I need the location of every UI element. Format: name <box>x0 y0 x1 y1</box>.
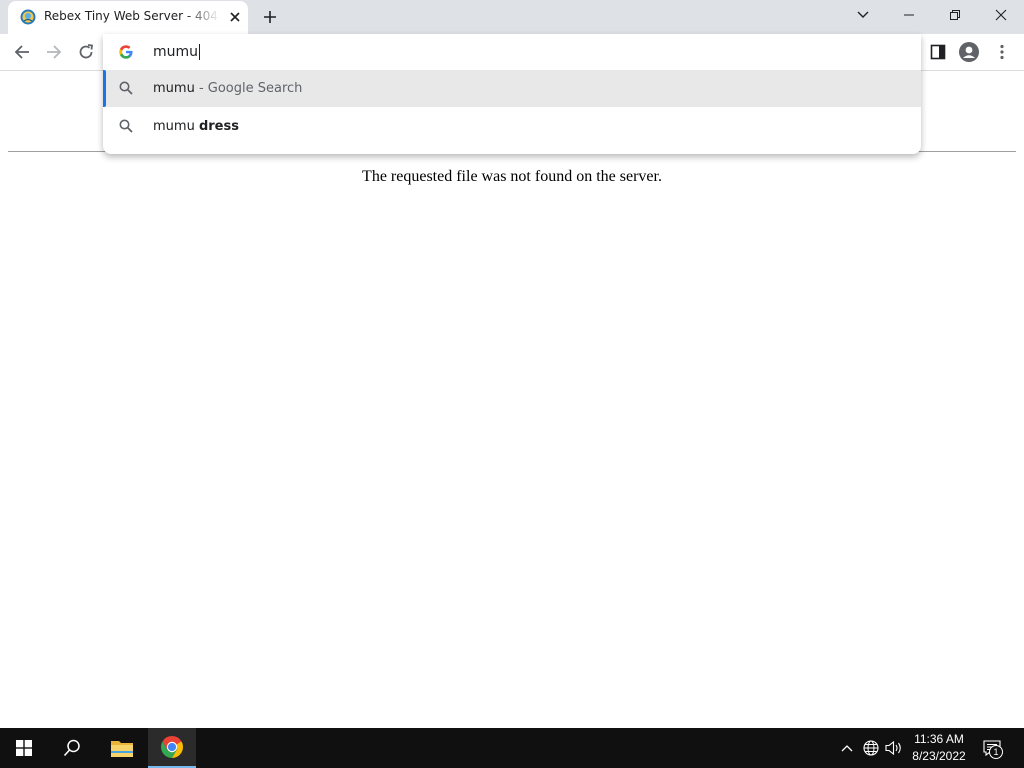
reload-button[interactable] <box>72 38 100 66</box>
speaker-icon <box>885 740 901 756</box>
tab-close-button[interactable] <box>226 8 244 26</box>
new-tab-button[interactable] <box>258 5 282 29</box>
back-button[interactable] <box>8 38 36 66</box>
minimize-icon <box>904 14 914 16</box>
address-input[interactable]: mumu <box>153 42 201 62</box>
search-icon <box>119 81 133 95</box>
suggestion-text: mumu - Google Search <box>153 81 302 96</box>
reload-icon <box>79 44 94 59</box>
search-icon <box>119 119 133 133</box>
profile-button[interactable] <box>955 38 983 66</box>
avatar-icon <box>959 42 979 62</box>
suggestion-query: mumu <box>153 81 195 96</box>
chrome-taskbar-button[interactable] <box>148 728 196 768</box>
taskbar: 11:36 AM 8/23/2022 <box>0 728 1024 768</box>
network-button[interactable] <box>861 738 881 758</box>
menu-button[interactable] <box>988 38 1016 66</box>
close-window-button[interactable] <box>978 0 1024 30</box>
clock-time: 11:36 AM <box>914 732 964 746</box>
chevron-down-icon <box>857 11 869 18</box>
tab-search-button[interactable] <box>840 0 886 30</box>
arrow-left-icon <box>14 45 29 59</box>
taskbar-search-button[interactable] <box>48 728 96 768</box>
file-explorer-icon <box>111 741 133 757</box>
clock-date: 8/23/2022 <box>912 749 966 763</box>
browser-tab[interactable]: Rebex Tiny Web Server - 404 Not Found <box>8 1 248 34</box>
taskbar-clock[interactable]: 11:36 AM 8/23/2022 <box>904 731 974 765</box>
tab-title: Rebex Tiny Web Server - 404 Not Found <box>44 9 220 23</box>
rebex-globe-icon <box>20 9 36 25</box>
start-button[interactable] <box>0 728 48 768</box>
close-icon <box>995 9 1007 21</box>
restore-icon <box>950 10 960 20</box>
file-explorer-button[interactable] <box>98 728 146 768</box>
suggestion-separator: - <box>194 81 208 96</box>
suggestion-source: Google Search <box>207 81 303 96</box>
volume-button[interactable] <box>884 738 904 758</box>
suggestion-item[interactable]: mumu dress <box>103 108 921 145</box>
network-globe-icon <box>863 740 879 756</box>
kebab-menu-icon <box>1000 44 1004 60</box>
chrome-icon <box>161 736 183 758</box>
google-g-icon <box>119 45 133 59</box>
plus-icon <box>264 11 276 23</box>
search-icon <box>63 739 80 757</box>
arrow-right-icon <box>47 45 62 59</box>
restore-button[interactable] <box>932 0 978 30</box>
error-message: The requested file was not found on the … <box>362 168 662 185</box>
show-hidden-icons-button[interactable] <box>837 738 857 758</box>
minimize-button[interactable] <box>886 0 932 30</box>
side-panel-icon <box>930 44 946 60</box>
start-icon <box>16 740 32 756</box>
omnibox-dropdown: mumu mumu - Google Search mumu dress <box>103 34 921 154</box>
address-bar[interactable]: mumu <box>103 34 921 70</box>
forward-button[interactable] <box>40 38 68 66</box>
side-panel-button[interactable] <box>924 38 952 66</box>
tab-strip: Rebex Tiny Web Server - 404 Not Found <box>0 0 1024 34</box>
notification-count-badge: 1 <box>989 745 1003 759</box>
text-caret <box>199 44 201 60</box>
suggestion-text: mumu dress <box>153 119 239 134</box>
suggestion-item[interactable]: mumu - Google Search <box>103 70 921 107</box>
suggestion-completion: dress <box>198 119 239 134</box>
close-icon <box>230 12 240 22</box>
address-input-value: mumu <box>153 44 199 60</box>
chevron-up-icon <box>841 745 853 752</box>
suggestion-query: mumu <box>153 119 199 134</box>
